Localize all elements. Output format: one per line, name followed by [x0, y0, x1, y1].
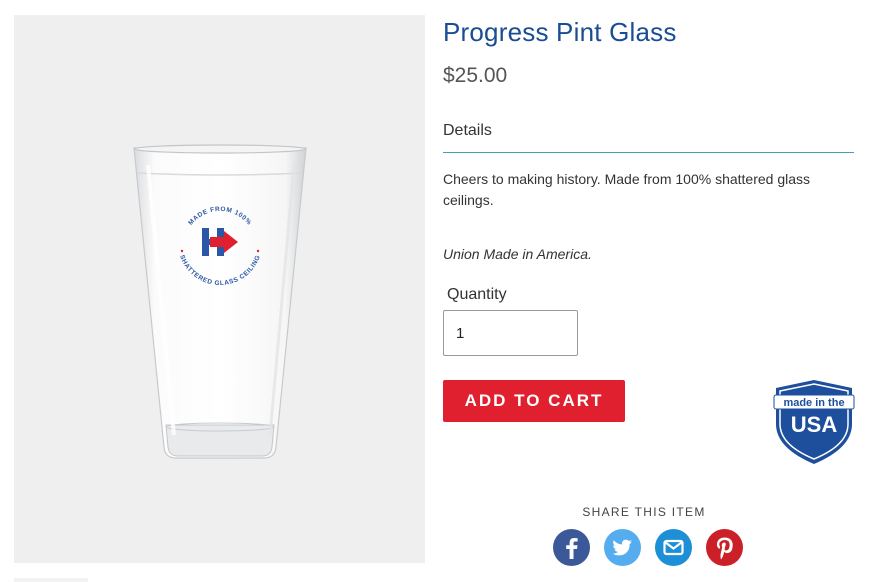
thumbnail-strip[interactable]	[14, 578, 88, 582]
share-label: SHARE THIS ITEM	[582, 505, 706, 519]
quantity-input[interactable]	[443, 310, 578, 356]
product-price: $25.00	[443, 64, 508, 87]
details-heading: Details	[443, 122, 492, 139]
add-to-cart-button[interactable]: ADD TO CART	[443, 380, 625, 422]
product-title: Progress Pint Glass	[443, 17, 677, 47]
product-image: MADE FROM 100% SHATTERED GLASS CEILING	[14, 15, 425, 563]
pinterest-icon[interactable]	[706, 529, 743, 566]
badge-line1: made in the	[783, 397, 844, 409]
pint-glass-illustration: MADE FROM 100% SHATTERED GLASS CEILING	[133, 144, 307, 459]
facebook-icon[interactable]	[553, 529, 590, 566]
email-icon[interactable]	[655, 529, 692, 566]
union-made-note: Union Made in America.	[443, 246, 592, 262]
details-divider	[443, 152, 854, 153]
product-description: Cheers to making history. Made from 100%…	[443, 171, 811, 208]
twitter-icon[interactable]	[604, 529, 641, 566]
quantity-label: Quantity	[447, 286, 507, 303]
badge-line2: USA	[791, 412, 838, 437]
made-in-usa-badge: made in the USA	[773, 380, 855, 464]
